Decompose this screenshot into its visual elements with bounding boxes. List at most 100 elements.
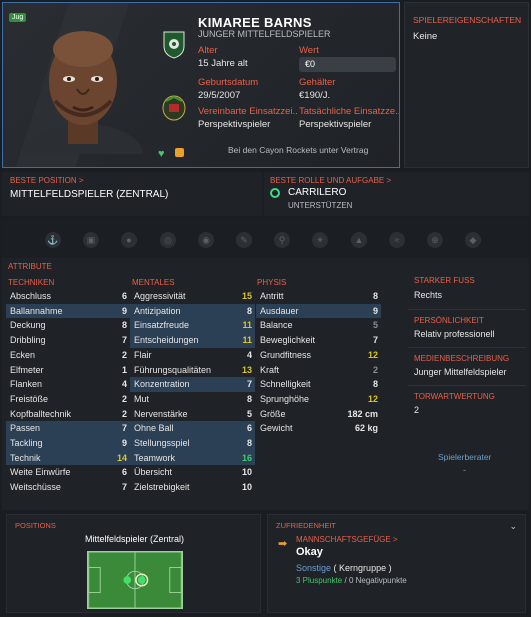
goalkeeper-rating-label: TORWARTWERTUNG [414, 392, 495, 401]
attribute-value: 8 [372, 291, 378, 301]
attribute-row[interactable]: Ausdauer 9 [256, 303, 381, 319]
attribute-name: Größe [260, 408, 286, 419]
attribute-row[interactable]: Übersicht 10 [130, 465, 255, 480]
attribute-name: Antritt [260, 291, 284, 301]
nation-crest-icon[interactable] [161, 93, 187, 123]
attribute-row[interactable]: Grundfitness 12 [256, 348, 381, 363]
wolf-icon[interactable]: ◆ [465, 232, 481, 248]
attribute-name: Ausdauer [260, 305, 299, 316]
value-field[interactable]: €0 [299, 57, 396, 72]
attribute-row[interactable]: Mut 8 [130, 392, 255, 407]
attribute-row[interactable]: Kopfballtechnik 2 [6, 407, 130, 422]
heart-icon[interactable]: ♥ [158, 148, 165, 160]
attribute-row[interactable]: Weite Einwürfe 6 [6, 465, 130, 480]
agent-value: - [463, 465, 466, 475]
attribute-row[interactable]: Balance 5 [256, 318, 381, 333]
personality-value: Relativ professionell [414, 329, 495, 339]
attribute-row[interactable]: Deckung 8 [6, 318, 130, 333]
pitch-diagram[interactable] [87, 551, 183, 609]
attribute-row[interactable]: Einsatzfreude 11 [130, 318, 255, 334]
record-icon[interactable]: ◉ [198, 232, 214, 248]
anchor-icon[interactable]: ⚓ [45, 232, 61, 248]
attribute-value: 16 [241, 452, 252, 463]
attribute-value: 2 [121, 393, 127, 404]
attribute-value: 9 [121, 305, 127, 316]
attribute-row[interactable]: Flanken 4 [6, 377, 130, 392]
attribute-row[interactable]: Freistöße 2 [6, 392, 130, 407]
best-position-panel[interactable]: BESTE POSITION > MITTELFELDSPIELER (ZENT… [2, 172, 262, 216]
attribute-row[interactable]: Beweglichkeit 7 [256, 333, 381, 348]
attribute-value: 15 [241, 291, 252, 301]
attribute-value: 8 [121, 320, 127, 331]
ball-icon[interactable]: ● [121, 232, 137, 248]
attribute-row[interactable]: Gewicht 62 kg [256, 421, 381, 436]
happiness-panel: ZUFRIEDENHEIT ⌄ ➡ MANNSCHAFTSGEFÜGE > Ok… [267, 514, 526, 613]
traits-panel: SPIELEREIGENSCHAFTEN Keine [404, 2, 529, 168]
best-role-panel[interactable]: BESTE ROLLE UND AUFGABE > CARRILERO UNTE… [264, 172, 529, 216]
club-crest-icon[interactable] [161, 29, 187, 59]
attribute-name: Balance [260, 320, 293, 331]
attribute-value: 5 [372, 320, 378, 331]
attribute-row[interactable]: Stellungsspiel 8 [130, 436, 255, 451]
pen-icon[interactable]: ✎ [236, 232, 252, 248]
attribute-row[interactable]: Größe 182 cm [256, 407, 381, 422]
attribute-row[interactable]: Konzentration 7 [130, 377, 255, 392]
card-icon[interactable]: ▣ [83, 232, 99, 248]
attribute-row[interactable]: Kraft 2 [256, 363, 381, 378]
attribute-row[interactable]: Ballannahme 9 [6, 303, 130, 319]
attribute-row[interactable]: Führungsqualitäten 13 [130, 363, 255, 378]
attributes-panel: ATTRIBUTE TECHNIKEN MENTALES PHYSIS Absc… [2, 258, 529, 510]
attribute-row[interactable]: Weitschüsse 7 [6, 480, 130, 495]
attribute-row[interactable]: Abschluss 6 [6, 289, 130, 304]
attribute-name: Beweglichkeit [260, 335, 316, 346]
arrow-right-icon: ➡ [278, 538, 288, 550]
attribute-row[interactable]: Teamwork 16 [130, 450, 255, 466]
wave-icon[interactable]: ≈ [389, 232, 405, 248]
chevron-down-icon[interactable]: ⌄ [509, 521, 517, 532]
attributes-title: ATTRIBUTE [8, 262, 52, 271]
attribute-row[interactable]: Schnelligkeit 8 [256, 377, 381, 392]
best-role-label[interactable]: BESTE ROLLE UND AUFGABE > [270, 176, 391, 185]
attribute-row[interactable]: Aggressivität 15 [130, 289, 255, 304]
attribute-name: Grundfitness [260, 349, 312, 360]
mental-title: MENTALES [132, 278, 175, 287]
social-group-link[interactable]: Sonstige [296, 563, 331, 573]
attribute-name: Abschluss [10, 291, 52, 301]
target-icon[interactable]: ◎ [160, 232, 176, 248]
attribute-name: Übersicht [134, 467, 173, 478]
attribute-row[interactable]: Flair 4 [130, 348, 255, 363]
sun-icon[interactable]: ☀ [312, 232, 328, 248]
attribute-row[interactable]: Dribbling 7 [6, 333, 130, 348]
goalkeeper-rating-value: 2 [414, 405, 420, 415]
best-position-label[interactable]: BESTE POSITION > [10, 176, 84, 185]
attribute-row[interactable]: Antritt 8 [256, 289, 381, 304]
search-icon[interactable]: ⚲ [274, 232, 290, 248]
attribute-row[interactable]: Sprunghöhe 12 [256, 392, 381, 407]
attribute-value: 2 [372, 364, 378, 375]
attribute-row[interactable]: Antizipation 8 [130, 303, 255, 319]
boot-icon[interactable]: ▲ [351, 232, 367, 248]
attribute-row[interactable]: Zielstrebigkeit 10 [130, 480, 255, 495]
crosshair-icon[interactable]: ⊕ [427, 232, 443, 248]
attribute-row[interactable]: Nervenstärke 5 [130, 407, 255, 422]
attribute-row[interactable]: Technik 14 [6, 450, 130, 466]
attribute-row[interactable]: Ecken 2 [6, 348, 130, 363]
attribute-value: 10 [241, 467, 252, 478]
attribute-name: Ballannahme [10, 305, 63, 316]
attribute-name: Tackling [10, 438, 43, 448]
physical-title: PHYSIS [257, 278, 287, 287]
attribute-name: Schnelligkeit [260, 379, 311, 390]
agent-link[interactable]: Spielerberater [438, 452, 491, 462]
attribute-name: Weitschüsse [10, 482, 61, 493]
attribute-row[interactable]: Tackling 9 [6, 436, 130, 451]
contract-status: Bei den Cayon Rockets unter Vertrag [228, 145, 369, 155]
attribute-row[interactable]: Entscheidungen 11 [130, 333, 255, 348]
attribute-row[interactable]: Elfmeter 1 [6, 363, 130, 378]
mood-icon[interactable] [175, 148, 184, 157]
salary-value: €190/J. [299, 90, 331, 101]
team-dynamics-label[interactable]: MANNSCHAFTSGEFÜGE > [296, 535, 398, 544]
attribute-row[interactable]: Passen 7 [6, 421, 130, 436]
attribute-row[interactable]: Ohne Ball 6 [130, 421, 255, 436]
player-subtitle: JUNGER MITTELFELDSPIELER [198, 29, 331, 39]
divider [408, 347, 526, 348]
